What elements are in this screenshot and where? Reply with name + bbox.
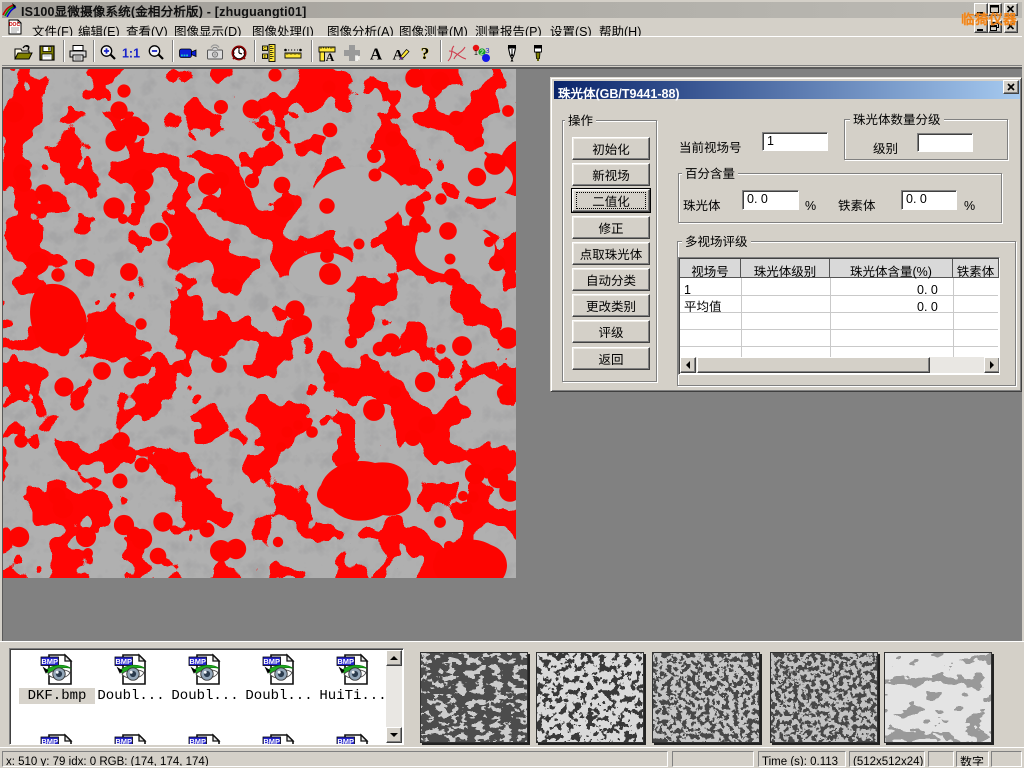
svg-text:1: 1 <box>474 50 478 57</box>
svg-text:BMP: BMP <box>263 657 280 666</box>
svg-text:BMP: BMP <box>189 657 206 666</box>
svg-text:BMP: BMP <box>263 737 280 745</box>
svg-text:A: A <box>370 45 383 64</box>
svg-text:1:1: 1:1 <box>122 47 140 61</box>
svg-text:BMP: BMP <box>41 657 58 666</box>
svg-text:DOC: DOC <box>9 22 21 28</box>
svg-text:BMP: BMP <box>41 737 58 745</box>
svg-text:BMP: BMP <box>189 737 206 745</box>
svg-text:E: E <box>263 54 266 59</box>
svg-text:BMP: BMP <box>337 737 354 745</box>
svg-text:?: ? <box>421 44 430 63</box>
svg-text:BMP: BMP <box>115 657 132 666</box>
svg-text:BMP: BMP <box>337 657 354 666</box>
svg-text:3: 3 <box>485 46 489 55</box>
svg-text:A: A <box>326 50 335 63</box>
svg-text:BMP: BMP <box>115 737 132 745</box>
